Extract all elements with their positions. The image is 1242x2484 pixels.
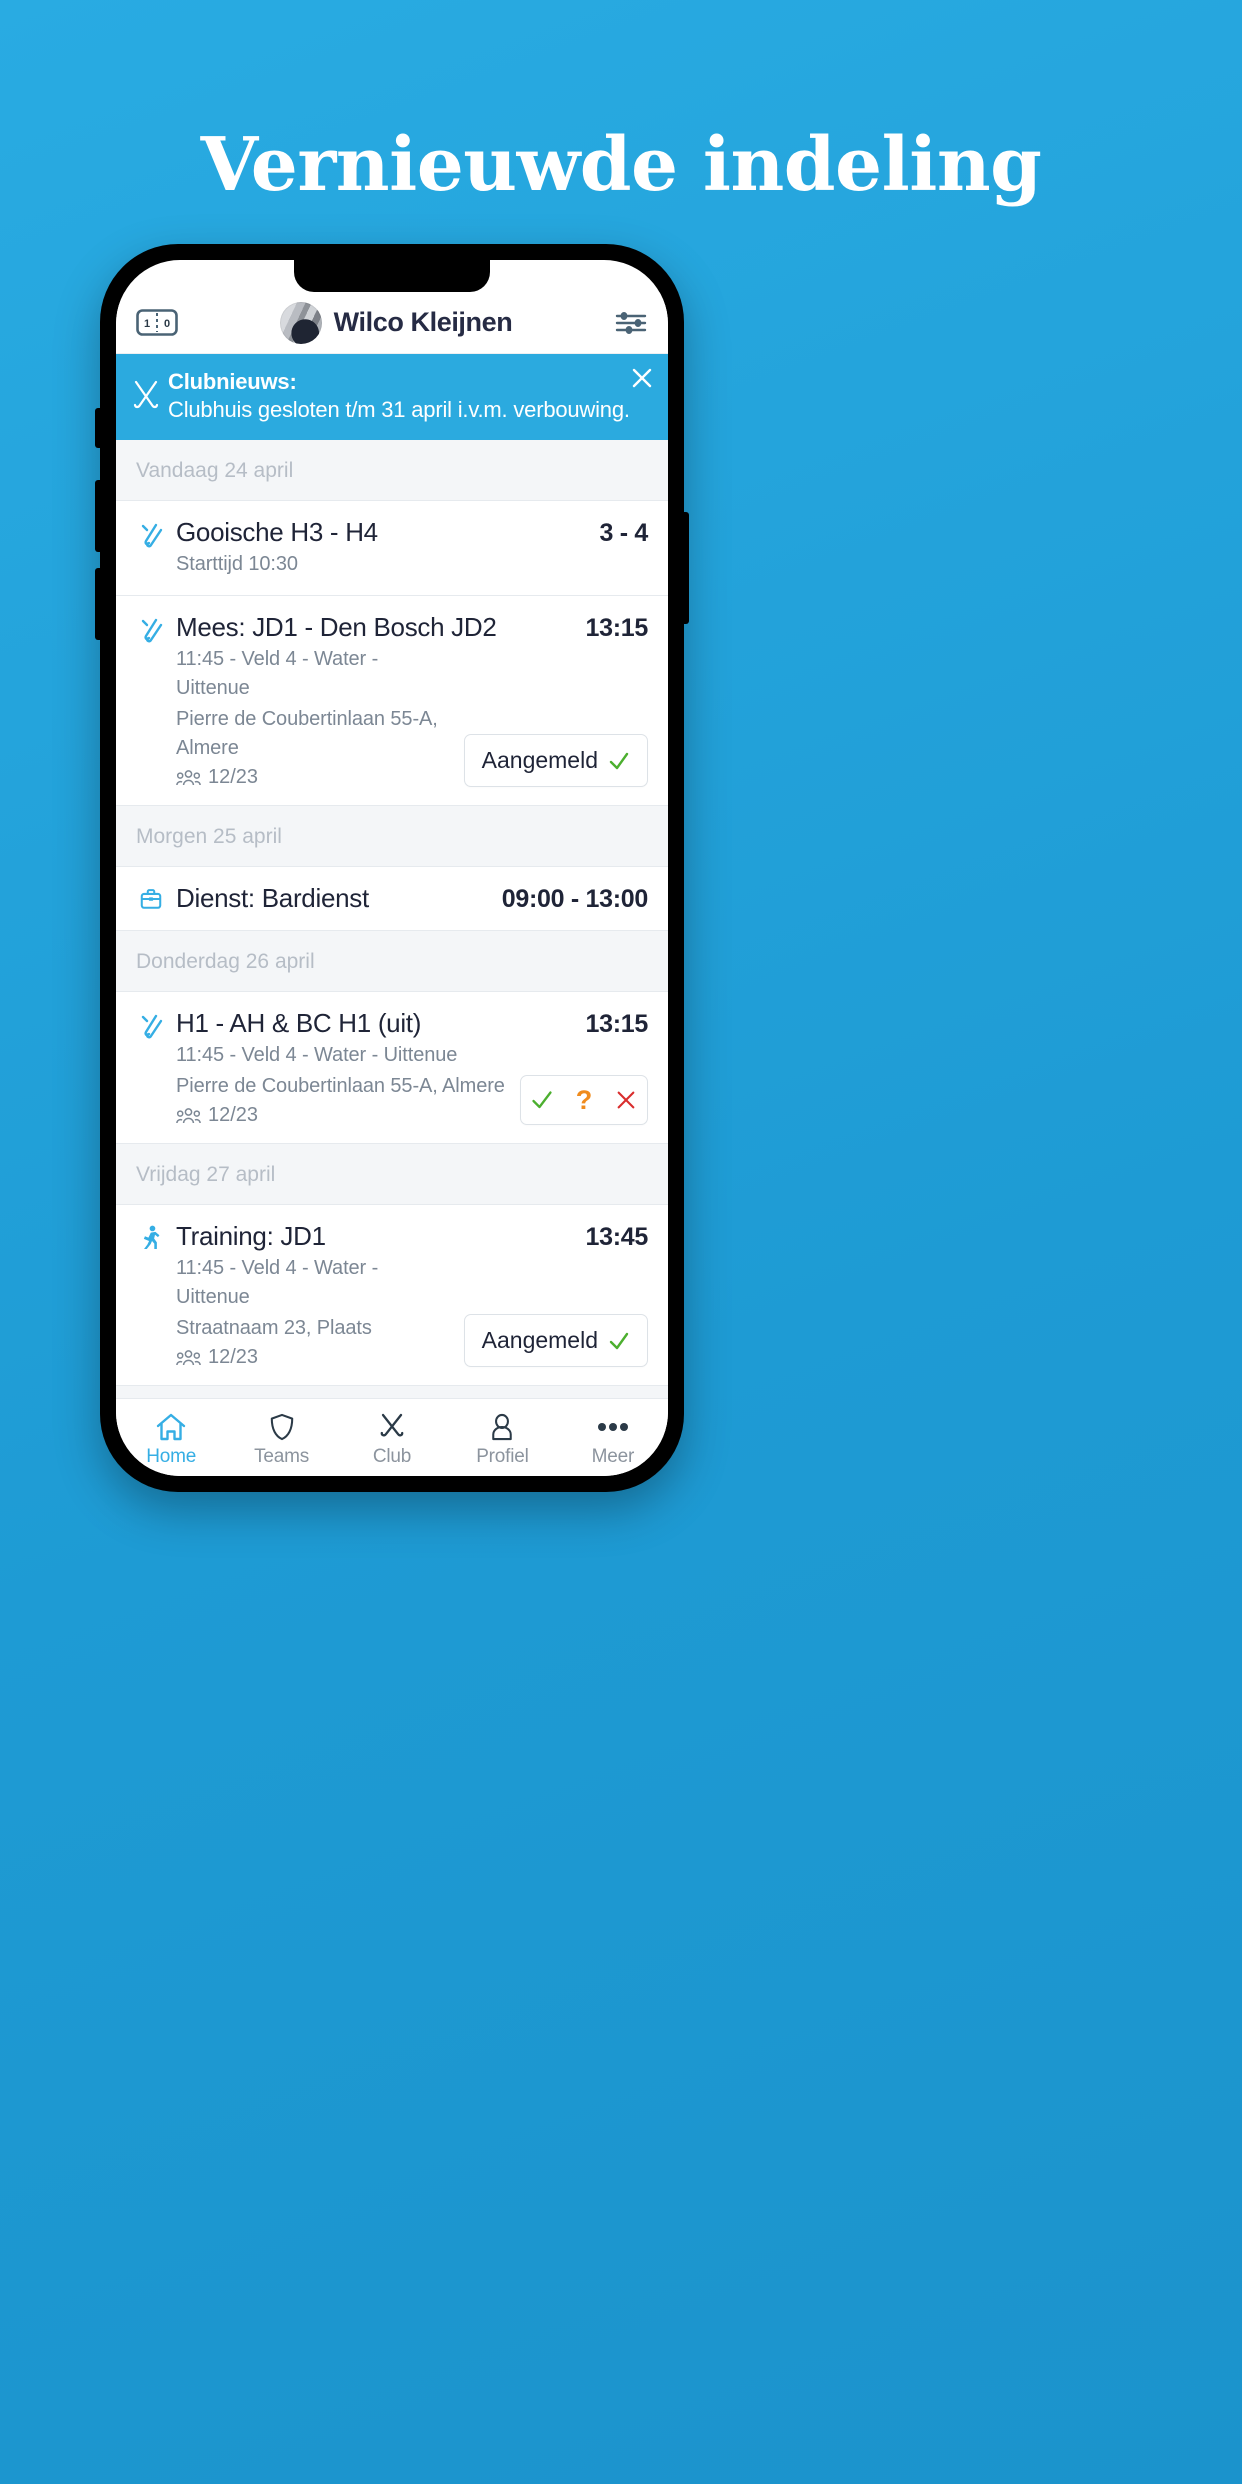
bottom-navigation: Home Teams Club Profiel Meer [116, 1398, 668, 1476]
user-name: Wilco Kleijnen [333, 307, 513, 337]
tab-home[interactable]: Home [116, 1407, 226, 1468]
banner-title: Clubnieuws: [168, 369, 297, 394]
attendance-count: 12/23 [208, 1346, 259, 1369]
header-user[interactable]: Wilco Kleijnen [178, 301, 614, 344]
aangemeld-button[interactable]: Aangemeld [463, 1314, 648, 1368]
crossed-hockey-sticks-icon [130, 377, 162, 415]
page-title: Vernieuwde indeling [200, 122, 1042, 208]
people-icon [176, 1107, 201, 1124]
event-content: Dienst: Bardienst 09:00 - 13:00 [168, 883, 648, 914]
event-content: Training: JD1 13:45 11:45 - Veld 4 - Wat… [168, 1221, 648, 1369]
event-row-mees[interactable]: Mees: JD1 - Den Bosch JD2 13:15 11:45 - … [116, 596, 668, 807]
choice-maybe-button[interactable]: ? [563, 1076, 605, 1124]
event-subtitle: 11:45 - Veld 4 - Water - Uittenue [176, 648, 379, 700]
day-header-morgen: Morgen 25 april [116, 806, 668, 868]
event-title: Gooische H3 - H4 [176, 517, 378, 548]
power-button [683, 512, 689, 624]
event-row-bardienst[interactable]: Dienst: Bardienst 09:00 - 13:00 [116, 867, 668, 932]
event-score: 3 - 4 [599, 519, 648, 548]
silent-switch [95, 408, 101, 448]
phone-screen: 1 0 Wilco Kleijnen Clubnieuws: Clubhuis … [116, 260, 668, 1476]
event-row-h1[interactable]: H1 - AH & BC H1 (uit) 13:15 11:45 - Veld… [116, 992, 668, 1145]
banner-text: Clubnieuws: Clubhuis gesloten t/m 31 apr… [168, 368, 652, 424]
event-subtitle: 11:45 - Veld 4 - Water - Uittenue [176, 1044, 458, 1067]
event-address: Pierre de Coubertinlaan 55-A, Almere [176, 708, 438, 760]
scoreboard-icon[interactable]: 1 0 [136, 309, 178, 336]
hockey-sticks-icon [134, 612, 168, 789]
briefcase-icon [134, 883, 168, 914]
close-icon[interactable] [630, 366, 654, 390]
choice-no-button[interactable] [605, 1076, 647, 1124]
hockey-sticks-icon [134, 517, 168, 579]
volume-down-button [95, 568, 101, 640]
app-header: 1 0 Wilco Kleijnen [116, 292, 668, 354]
sliders-icon[interactable] [614, 309, 648, 337]
club-news-banner[interactable]: Clubnieuws: Clubhuis gesloten t/m 31 apr… [116, 354, 668, 441]
attendance-choice-group[interactable]: ? [520, 1075, 648, 1126]
people-icon [176, 1349, 201, 1366]
event-list[interactable]: Clubnieuws: Clubhuis gesloten t/m 31 apr… [116, 354, 668, 1398]
event-attendance: 12/23 [176, 1104, 508, 1127]
event-row-gooische[interactable]: Gooische H3 - H4 3 - 4 Starttijd 10:30 [116, 501, 668, 597]
event-subtitle: 11:45 - Veld 4 - Water - Uittenue [176, 1257, 379, 1309]
tab-label-meer: Meer [591, 1446, 635, 1467]
tab-label-club: Club [372, 1446, 412, 1467]
choice-yes-button[interactable] [521, 1076, 563, 1124]
event-time: 13:15 [585, 614, 649, 643]
event-time: 13:45 [585, 1223, 649, 1252]
check-icon [608, 750, 630, 772]
event-content: H1 - AH & BC H1 (uit) 13:15 11:45 - Veld… [168, 1008, 648, 1127]
ellipsis-icon [596, 1411, 630, 1443]
tab-label-teams: Teams [254, 1446, 310, 1467]
tab-meer[interactable]: Meer [558, 1407, 668, 1468]
tab-label-profiel: Profiel [476, 1446, 529, 1467]
event-content: Mees: JD1 - Den Bosch JD2 13:15 11:45 - … [168, 612, 648, 789]
svg-text:1: 1 [144, 318, 150, 330]
event-title: Mees: JD1 - Den Bosch JD2 [176, 612, 497, 643]
event-attendance: 12/23 [176, 766, 452, 789]
svg-text:0: 0 [164, 318, 170, 330]
event-content: Gooische H3 - H4 3 - 4 Starttijd 10:30 [168, 517, 648, 579]
attendance-count: 12/23 [208, 1104, 259, 1127]
avatar[interactable] [279, 301, 322, 344]
aangemeld-button[interactable]: Aangemeld [463, 734, 648, 788]
event-attendance: 12/23 [176, 1346, 452, 1369]
aangemeld-label: Aangemeld [481, 1327, 598, 1354]
day-header-donderdag: Donderdag 26 april [116, 931, 668, 993]
event-title: Training: JD1 [176, 1221, 326, 1252]
phone-frame: 1 0 Wilco Kleijnen Clubnieuws: Clubhuis … [95, 244, 689, 1492]
aangemeld-label: Aangemeld [481, 747, 598, 774]
day-header-vandaag: Vandaag 24 april [116, 440, 668, 502]
attendance-count: 12/23 [208, 766, 259, 789]
check-icon [608, 1330, 630, 1352]
phone-notch [294, 260, 490, 292]
event-row-training[interactable]: Training: JD1 13:45 11:45 - Veld 4 - Wat… [116, 1205, 668, 1387]
list-filler [116, 1386, 668, 1398]
event-time: 13:15 [585, 1010, 649, 1039]
hockey-sticks-icon [377, 1411, 407, 1443]
hockey-sticks-icon [134, 1008, 168, 1127]
banner-message: Clubhuis gesloten t/m 31 april i.v.m. ve… [168, 397, 630, 423]
event-address: Straatnaam 23, Plaats [176, 1317, 372, 1340]
tab-label-home: Home [146, 1446, 197, 1467]
people-icon [176, 769, 201, 786]
home-icon [155, 1411, 187, 1443]
day-header-vrijdag: Vrijdag 27 april [116, 1144, 668, 1206]
shield-icon [269, 1411, 295, 1443]
event-title: H1 - AH & BC H1 (uit) [176, 1008, 422, 1039]
event-time: 09:00 - 13:00 [501, 885, 649, 914]
person-icon [489, 1411, 515, 1443]
tab-profiel[interactable]: Profiel [447, 1407, 557, 1468]
event-address: Pierre de Coubertinlaan 55-A, Almere [176, 1075, 505, 1098]
volume-up-button [95, 480, 101, 552]
event-title: Dienst: Bardienst [176, 883, 369, 914]
event-subtitle: Starttijd 10:30 [176, 553, 298, 576]
tab-club[interactable]: Club [337, 1407, 447, 1468]
tab-teams[interactable]: Teams [226, 1407, 336, 1468]
running-person-icon [134, 1221, 168, 1369]
